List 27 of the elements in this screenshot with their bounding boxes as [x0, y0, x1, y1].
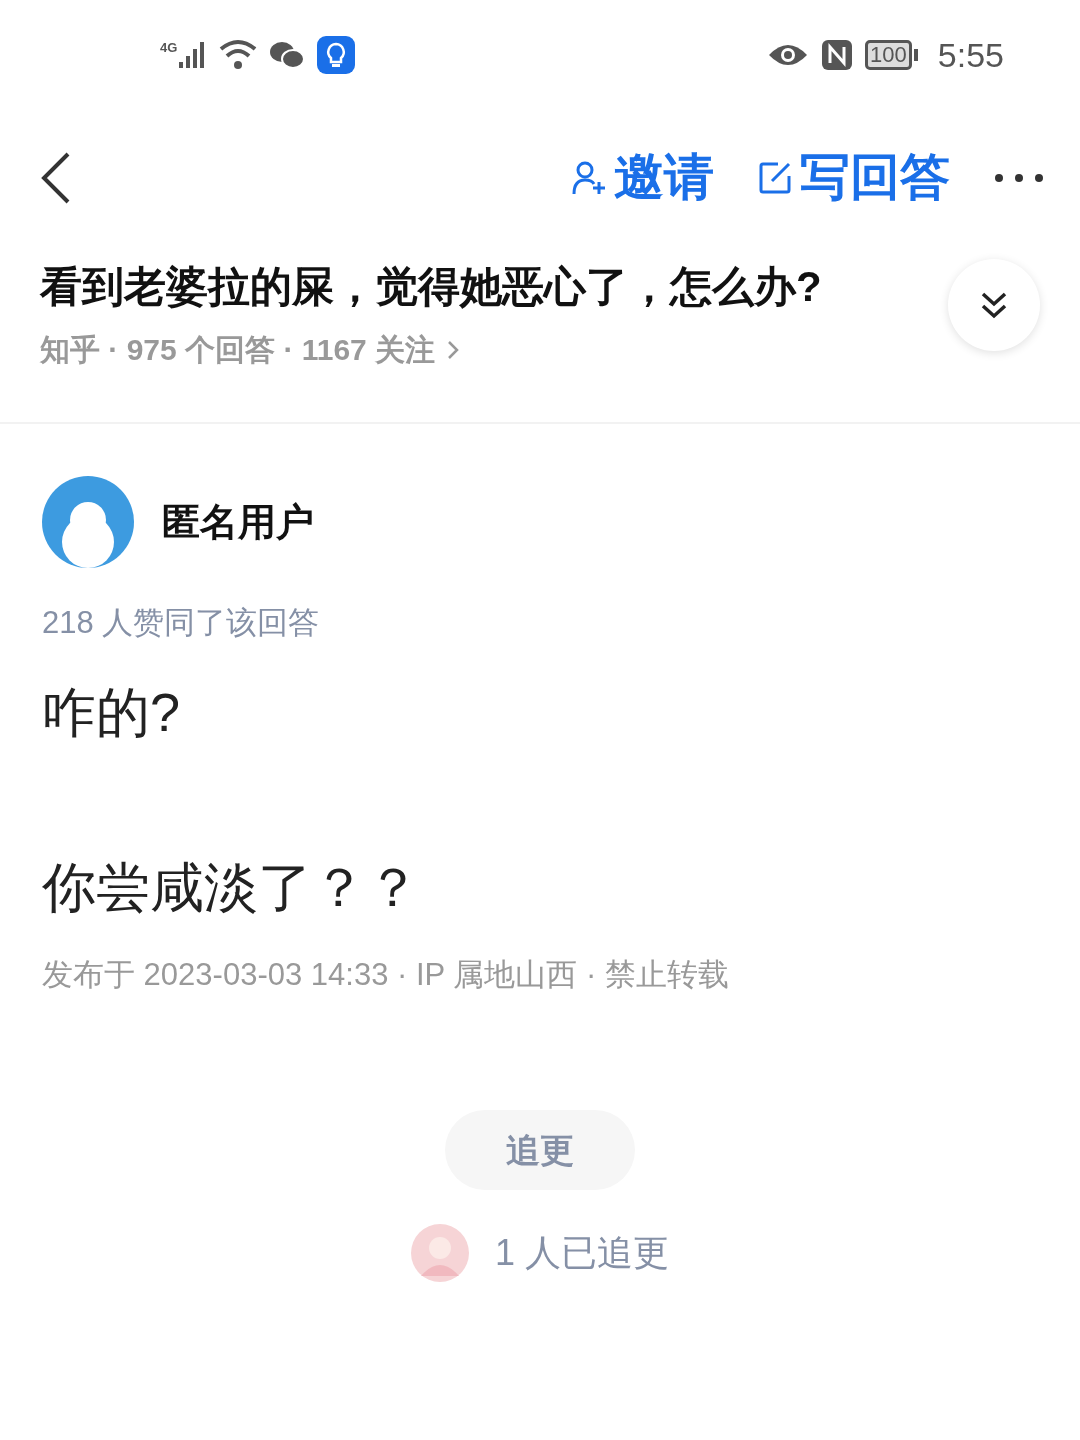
follower-count: 1 人已追更: [495, 1231, 669, 1275]
follower-avatar: [411, 1224, 469, 1282]
clock-time: 5:55: [937, 34, 1004, 76]
expand-button[interactable]: [948, 259, 1040, 351]
vote-count: 218 人赞同了该回答: [42, 604, 321, 642]
back-icon[interactable]: [40, 150, 72, 205]
answer-paragraph: 咋的?: [42, 680, 182, 744]
author-name[interactable]: 匿名用户: [162, 493, 314, 551]
publish-info: 发布于 2023-03-03 14:33 · IP 属地山西 · 禁止转载: [42, 955, 730, 994]
question-title: 看到老婆拉的屎，觉得她恶心了，怎么办?: [40, 262, 823, 312]
write-answer-button[interactable]: 写回答: [758, 140, 950, 215]
battery-indicator: 100: [865, 40, 918, 70]
follow-updates-button[interactable]: 追更: [445, 1110, 635, 1190]
question-meta[interactable]: 知乎 · 975 个回答 · 1167 关注: [40, 327, 436, 372]
network-type: 4G: [160, 39, 178, 57]
wifi-icon: [219, 39, 258, 71]
edit-icon: [758, 160, 792, 195]
nfc-icon: [821, 39, 854, 71]
chat-icon: [269, 40, 306, 70]
avatar[interactable]: [42, 476, 134, 568]
add-person-icon: [572, 159, 606, 196]
lightbulb-icon: [317, 36, 356, 74]
chevron-right-icon: [447, 339, 460, 360]
answer-paragraph: 你尝咸淡了？？: [42, 855, 421, 919]
double-chevron-down-icon: [979, 290, 1009, 320]
invite-button[interactable]: 邀请: [572, 140, 714, 215]
more-icon[interactable]: [994, 172, 1044, 183]
